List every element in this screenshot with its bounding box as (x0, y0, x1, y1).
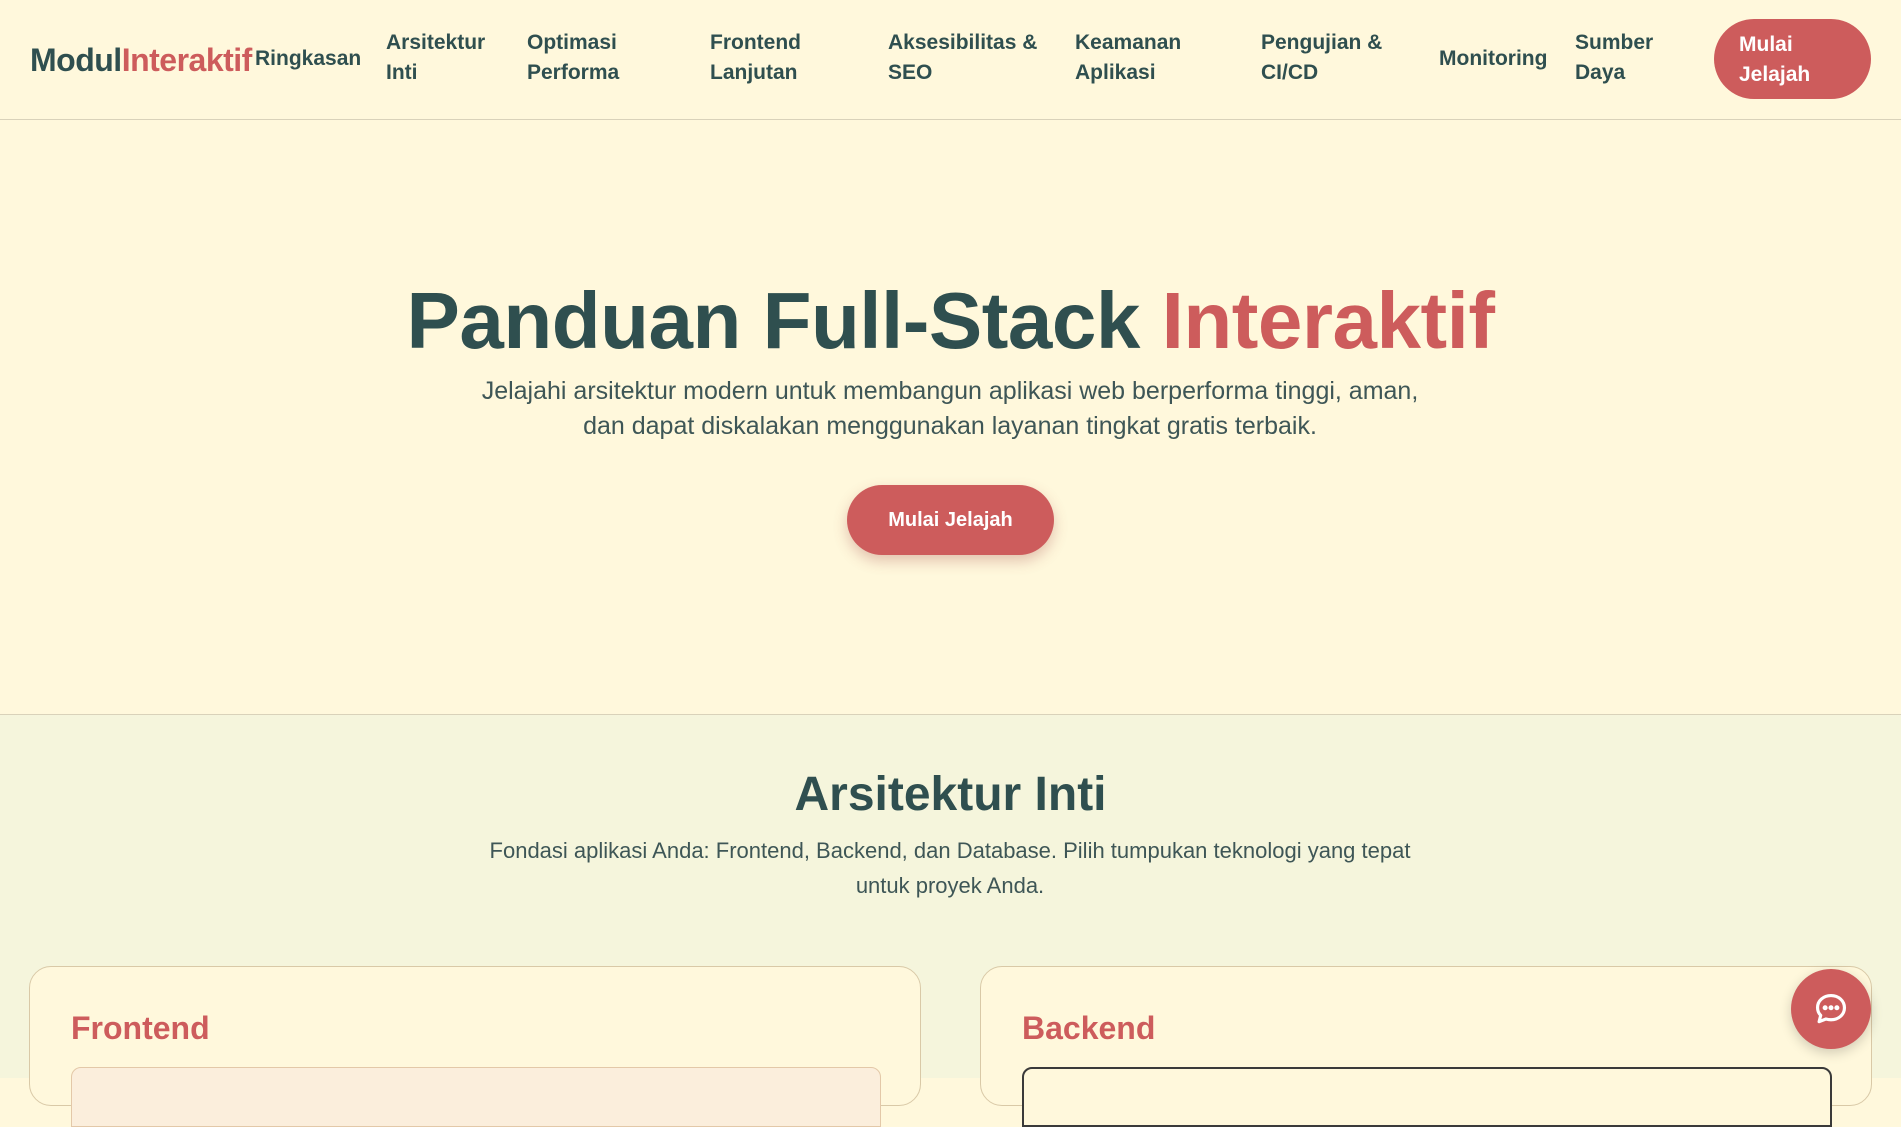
hero-title: Panduan Full-Stack Interaktif (0, 276, 1901, 366)
card-title: Frontend (71, 1010, 210, 1046)
backend-card-content[interactable] (1022, 1067, 1832, 1127)
frontend-card-content[interactable] (71, 1067, 881, 1127)
hero-section: Panduan Full-Stack Interaktif Jelajahi a… (0, 120, 1901, 715)
brand-logo-part2: Interaktif (121, 42, 253, 78)
hero-title-main: Panduan Full-Stack (406, 276, 1162, 365)
nav-item-label: Lanjutan (710, 61, 798, 84)
nav-item-optimasi-performa[interactable]: Optimasi Performa (527, 28, 619, 88)
hero-subtitle: Jelajahi arsitektur modern untuk membang… (481, 377, 1419, 440)
nav-item-label: Aksesibilitas & (888, 31, 1038, 54)
nav-item-label: CI/CD (1261, 61, 1319, 84)
nav-cta-button[interactable]: Mulai Jelajah (1714, 19, 1871, 99)
nav-item-ringkasan[interactable]: Ringkasan (255, 44, 361, 74)
nav-item-arsitektur-inti[interactable]: Arsitektur Inti (386, 28, 485, 88)
nav-item-label: Inti (386, 61, 418, 84)
section-subtitle: Fondasi aplikasi Anda: Frontend, Backend… (489, 838, 1411, 898)
brand-logo-part1: Modul (30, 42, 122, 78)
chat-button[interactable] (1791, 969, 1871, 1049)
nav-item-keamanan-aplikasi[interactable]: Keamanan Aplikasi (1075, 28, 1181, 88)
nav-item-label: Ringkasan (255, 47, 362, 70)
hero-cta-button[interactable]: Mulai Jelajah (847, 485, 1054, 555)
nav-item-sumber-daya[interactable]: Sumber Daya (1575, 28, 1653, 88)
frontend-card: Frontend (29, 966, 921, 1127)
nav-item-label: Performa (527, 61, 620, 84)
core-architecture-section: Arsitektur Inti Fondasi aplikasi Anda: F… (0, 715, 1901, 1127)
nav-item-monitoring[interactable]: Monitoring (1439, 44, 1547, 74)
nav-cta-label: Jelajah (1739, 63, 1811, 86)
nav-item-label: Arsitektur (386, 31, 486, 54)
section-title: Arsitektur Inti (794, 768, 1107, 821)
nav-cta-label: Mulai (1739, 33, 1793, 56)
nav-item-aksesibilitas-seo[interactable]: Aksesibilitas & SEO (888, 28, 1037, 88)
chat-bubble-icon (1815, 993, 1847, 1024)
nav-item-label: Sumber (1575, 31, 1654, 54)
nav-item-label: Daya (1575, 61, 1626, 84)
nav-item-label: Frontend (710, 31, 801, 54)
backend-card: Backend (980, 966, 1872, 1127)
nav-item-label: Aplikasi (1075, 61, 1156, 84)
nav-item-frontend-lanjutan[interactable]: Frontend Lanjutan (710, 28, 801, 88)
nav-item-label: SEO (888, 61, 933, 84)
hero-title-accent: Interaktif (1161, 276, 1495, 365)
nav-item-label: Pengujian & (1261, 31, 1383, 54)
navbar: ModulInteraktif Ringkasan Arsitektur Int… (0, 0, 1901, 120)
nav-item-pengujian-cicd[interactable]: Pengujian & CI/CD (1261, 28, 1382, 88)
card-title: Backend (1022, 1010, 1156, 1046)
nav-item-label: Optimasi (527, 31, 617, 54)
nav-item-label: Keamanan (1075, 31, 1182, 54)
nav-item-label: Monitoring (1439, 47, 1548, 70)
brand-logo[interactable]: ModulInteraktif (30, 42, 252, 78)
